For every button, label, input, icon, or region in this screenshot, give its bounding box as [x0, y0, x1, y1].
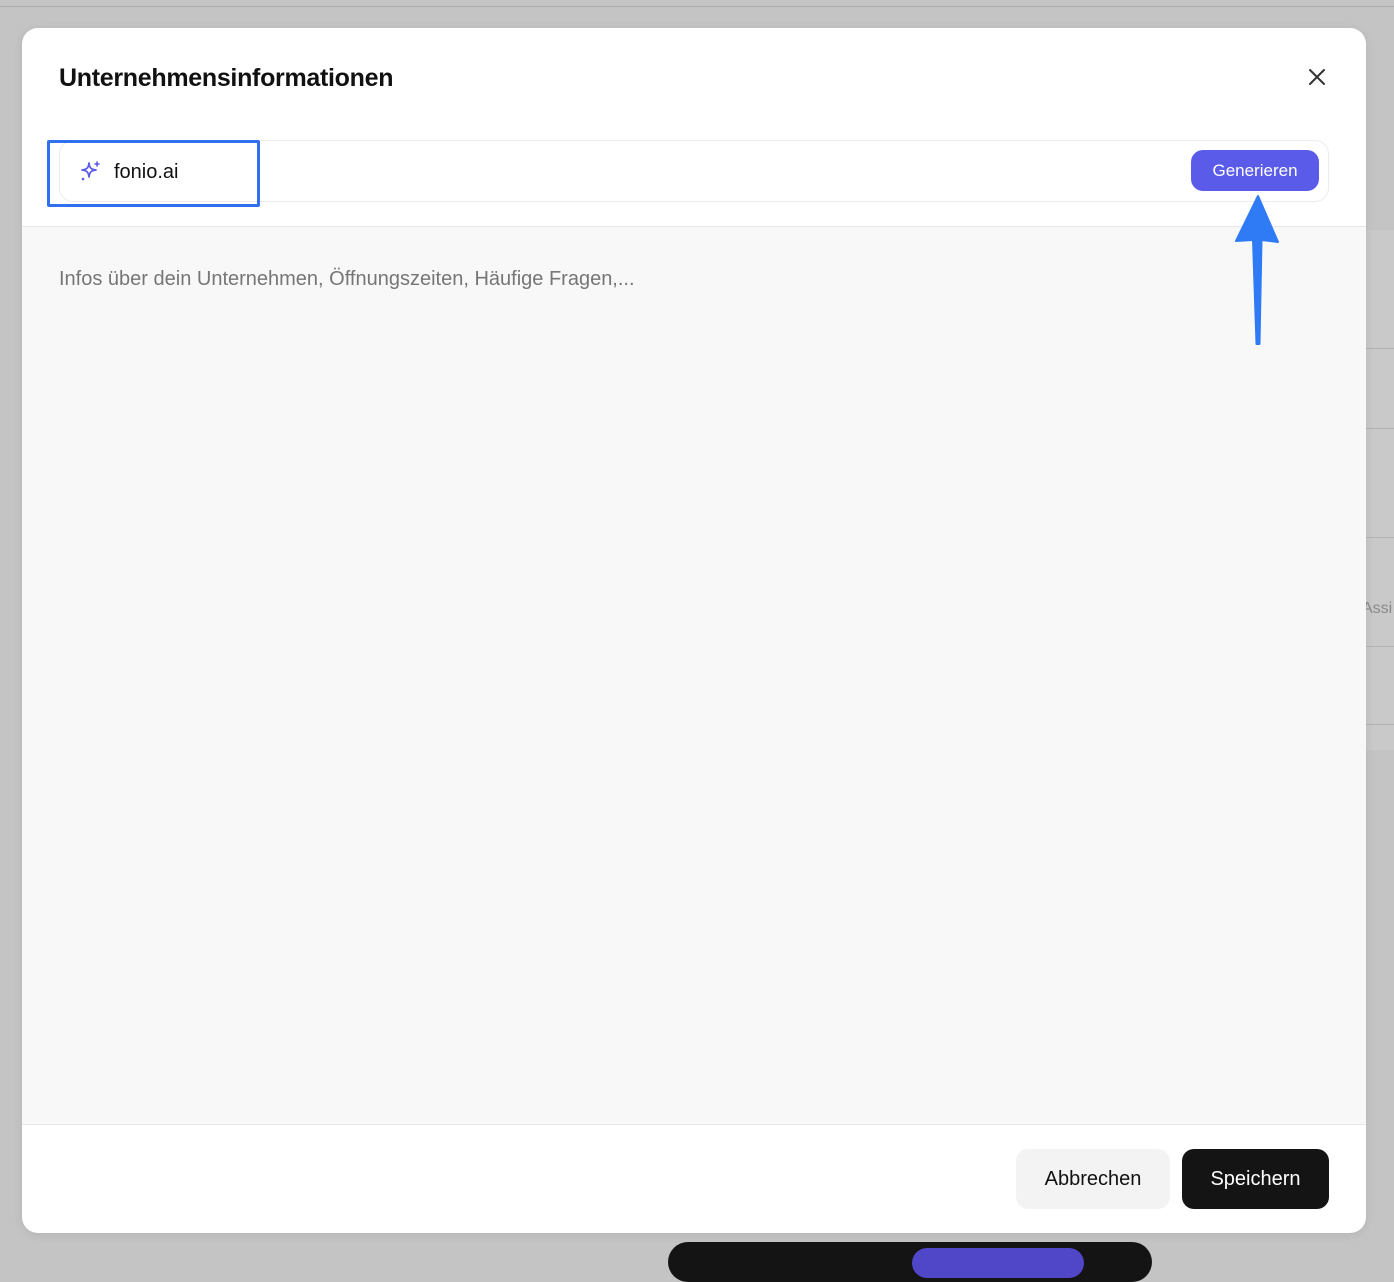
background-divider	[0, 6, 1394, 7]
info-content-area	[22, 227, 1366, 1124]
footer-divider	[22, 1124, 1366, 1125]
background-divider	[1366, 428, 1394, 429]
background-divider	[1366, 537, 1394, 538]
dialog-title: Unternehmensinformationen	[59, 64, 394, 92]
background-bottom-pill	[912, 1248, 1084, 1278]
generate-button[interactable]: Generieren	[1191, 150, 1319, 191]
background-partial-label: Assi	[1362, 600, 1393, 617]
sparkles-icon	[81, 161, 100, 181]
cancel-button[interactable]: Abbrechen	[1016, 1149, 1170, 1209]
background-divider	[1366, 646, 1394, 647]
company-info-textarea[interactable]	[59, 265, 1319, 1085]
close-button[interactable]	[1302, 62, 1332, 92]
website-url-bar: Generieren	[59, 140, 1329, 202]
website-url-input[interactable]	[114, 155, 714, 189]
background-panel	[1366, 230, 1394, 750]
save-button[interactable]: Speichern	[1182, 1149, 1329, 1209]
company-info-dialog: Unternehmensinformationen Generieren Abb…	[22, 28, 1366, 1233]
background-divider	[1366, 724, 1394, 725]
background-divider	[1366, 348, 1394, 349]
close-icon	[1309, 69, 1325, 85]
